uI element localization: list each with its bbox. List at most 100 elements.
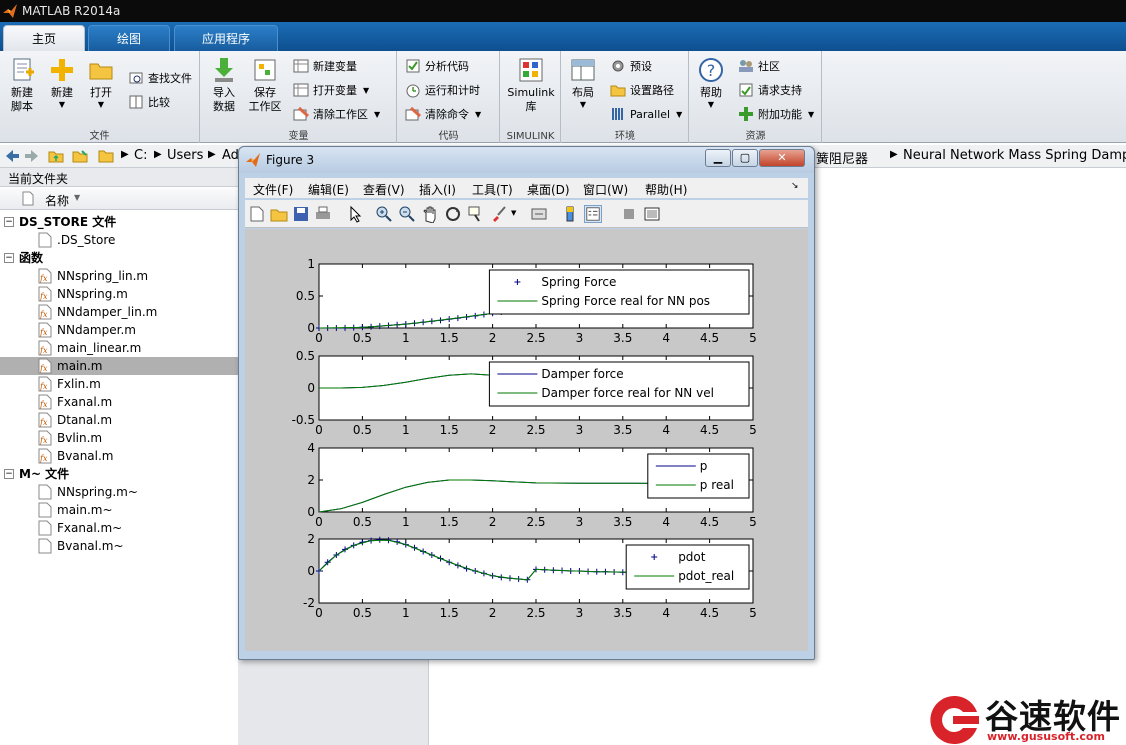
zoom-out-icon[interactable] xyxy=(398,205,416,223)
file-list-item[interactable]: main.m~ xyxy=(0,501,238,519)
data-cursor-icon[interactable] xyxy=(467,205,485,223)
clear-workspace-button[interactable]: 清除工作区 ▼ xyxy=(293,104,380,124)
community-button[interactable]: 社区 xyxy=(738,56,780,76)
open-file-icon[interactable] xyxy=(270,205,288,223)
chevron-down-icon: ▼ xyxy=(707,100,715,109)
menu-edit[interactable]: 编辑(E) xyxy=(308,181,349,198)
browse-folder-icon[interactable] xyxy=(72,148,88,164)
x-tick-label: 0.5 xyxy=(353,606,372,620)
legend-entry-label: Damper force xyxy=(541,367,623,381)
menu-desktop[interactable]: 桌面(D) xyxy=(527,181,570,198)
minimize-button[interactable]: ▁ xyxy=(705,149,731,167)
import-data-button[interactable]: 导入 数据 xyxy=(203,56,245,114)
svg-text:fx: fx xyxy=(39,382,48,391)
pan-hand-icon[interactable] xyxy=(421,205,439,223)
file-list-item[interactable]: fx NNspring.m xyxy=(0,285,238,303)
show-plot-tools-icon[interactable] xyxy=(643,205,661,223)
file-name: Fxanal.m~ xyxy=(57,521,123,535)
open-variable-icon xyxy=(293,83,309,97)
compare-button[interactable]: 比较 xyxy=(128,92,170,112)
open-button[interactable]: 打开 ▼ xyxy=(80,56,122,110)
rotate-3d-icon[interactable] xyxy=(444,205,462,223)
menu-view[interactable]: 查看(V) xyxy=(363,181,405,198)
collapse-toggle-icon[interactable]: − xyxy=(4,469,14,479)
pointer-icon[interactable] xyxy=(346,205,364,223)
parallel-button[interactable]: Parallel ▼ xyxy=(610,104,682,124)
zoom-in-icon[interactable] xyxy=(375,205,393,223)
tab-home[interactable]: 主页 xyxy=(3,25,85,51)
tree-group-header[interactable]: − DS_STORE 文件 xyxy=(0,213,238,231)
file-name: .DS_Store xyxy=(57,233,116,247)
resources-group-label: 资源 xyxy=(745,131,766,142)
menu-insert[interactable]: 插入(I) xyxy=(419,181,456,198)
clear-commands-button[interactable]: 清除命令 ▼ xyxy=(405,104,481,124)
file-list-item[interactable]: fx Fxlin.m xyxy=(0,375,238,393)
up-folder-icon[interactable] xyxy=(48,148,64,164)
function-file-icon: fx xyxy=(38,448,52,464)
file-list-item[interactable]: NNspring.m~ xyxy=(0,483,238,501)
menu-tools[interactable]: 工具(T) xyxy=(472,181,513,198)
file-list-item[interactable]: fx Bvanal.m xyxy=(0,447,238,465)
new-button[interactable]: 新建 ▼ xyxy=(41,56,83,110)
breadcrumb-item[interactable]: 簧阻尼器 xyxy=(816,148,868,167)
new-script-button[interactable]: 新建 脚本 xyxy=(1,56,43,114)
colorbar-icon[interactable] xyxy=(561,205,579,223)
breadcrumb-item[interactable]: C: xyxy=(134,148,147,163)
menu-help[interactable]: 帮助(H) xyxy=(645,181,687,198)
help-button[interactable]: ? 帮助 ▼ xyxy=(690,56,732,110)
print-icon[interactable] xyxy=(314,205,332,223)
analyze-code-button[interactable]: 分析代码 xyxy=(405,56,469,76)
set-path-button[interactable]: 设置路径 xyxy=(610,80,674,100)
request-support-icon xyxy=(739,83,753,97)
close-button[interactable]: ✕ xyxy=(759,149,805,167)
menu-file[interactable]: 文件(F) xyxy=(253,181,293,198)
breadcrumb-item[interactable]: Ad xyxy=(222,148,239,163)
save-icon[interactable] xyxy=(292,205,310,223)
brush-dropdown-icon[interactable]: ▼ xyxy=(511,209,516,217)
y-tick-label: 0 xyxy=(307,321,315,335)
back-arrow-icon[interactable] xyxy=(4,148,20,164)
ribbon-group-simulink: Simulink 库 SIMULINK xyxy=(501,51,561,143)
request-support-button[interactable]: 请求支持 xyxy=(738,80,802,100)
new-variable-button[interactable]: 新建变量 xyxy=(293,56,357,76)
file-list-item[interactable]: fx Fxanal.m xyxy=(0,393,238,411)
breadcrumb-item[interactable]: Neural Network Mass Spring Damper xyxy=(903,148,1126,163)
preferences-button[interactable]: 预设 xyxy=(610,56,652,76)
breadcrumb-item[interactable]: Users xyxy=(167,148,203,163)
file-list-item[interactable]: fx main.m xyxy=(0,357,238,375)
layout-button[interactable]: 布局 ▼ xyxy=(562,56,604,110)
file-list-item[interactable]: .DS_Store xyxy=(0,231,238,249)
dock-arrow-icon[interactable]: ↘ xyxy=(791,181,799,191)
current-folder-title: 当前文件夹 xyxy=(0,168,238,187)
find-files-button[interactable]: 查找文件 xyxy=(128,68,192,88)
file-list-item[interactable]: Fxanal.m~ xyxy=(0,519,238,537)
simulink-library-button[interactable]: Simulink 库 xyxy=(504,56,558,114)
file-list-item[interactable]: fx Dtanal.m xyxy=(0,411,238,429)
run-and-time-button[interactable]: 运行和计时 xyxy=(405,80,480,100)
new-figure-icon[interactable] xyxy=(248,205,266,223)
tree-group-header[interactable]: − 函数 xyxy=(0,249,238,267)
brush-icon[interactable] xyxy=(490,205,508,223)
tab-apps[interactable]: 应用程序 xyxy=(174,25,278,51)
menu-window[interactable]: 窗口(W) xyxy=(583,181,628,198)
name-column-header[interactable]: 名称 ▼ xyxy=(0,188,238,210)
file-list-item[interactable]: Bvanal.m~ xyxy=(0,537,238,555)
maximize-button[interactable]: ▢ xyxy=(732,149,758,167)
collapse-toggle-icon[interactable]: − xyxy=(4,217,14,227)
file-list-item[interactable]: fx NNdamper.m xyxy=(0,321,238,339)
file-list-item[interactable]: fx NNspring_lin.m xyxy=(0,267,238,285)
legend-icon[interactable] xyxy=(584,205,602,223)
add-ons-button[interactable]: 附加功能 ▼ xyxy=(738,104,814,124)
file-list-item[interactable]: fx Bvlin.m xyxy=(0,429,238,447)
collapse-toggle-icon[interactable]: − xyxy=(4,253,14,263)
figure-titlebar[interactable]: Figure 3 ▁ ▢ ✕ xyxy=(239,147,814,173)
file-list-item[interactable]: fx NNdamper_lin.m xyxy=(0,303,238,321)
tab-plots[interactable]: 绘图 xyxy=(88,25,170,51)
link-plot-icon[interactable] xyxy=(530,205,548,223)
hide-plot-tools-icon[interactable] xyxy=(620,205,638,223)
tree-group-header[interactable]: − M~ 文件 xyxy=(0,465,238,483)
forward-arrow-icon[interactable] xyxy=(24,148,40,164)
save-workspace-button[interactable]: 保存 工作区 xyxy=(244,56,286,114)
open-variable-button[interactable]: 打开变量 ▼ xyxy=(293,80,369,100)
file-list-item[interactable]: fx main_linear.m xyxy=(0,339,238,357)
